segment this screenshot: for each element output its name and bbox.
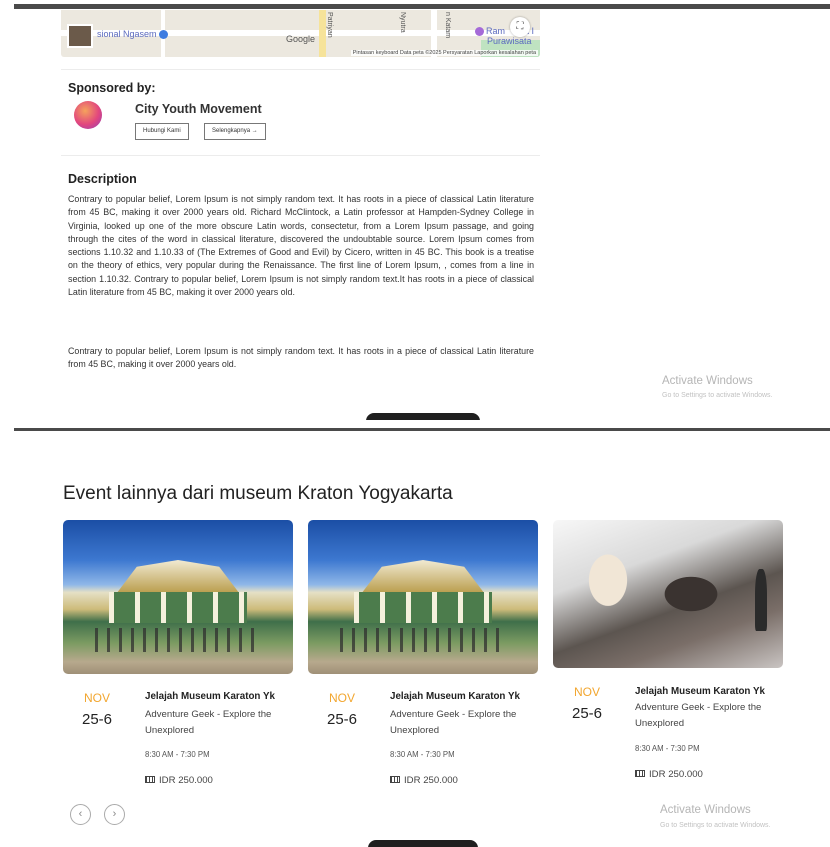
map-label-ngasem[interactable]: sional Ngasem [97, 29, 168, 40]
floating-taskbar[interactable] [368, 840, 478, 847]
event-card-image[interactable] [308, 520, 538, 674]
map-street-label: Nyutra [399, 12, 406, 33]
event-time: 8:30 AM - 7:30 PM [390, 750, 455, 759]
other-events-heading: Event lainnya dari museum Kraton Yogyaka… [63, 483, 453, 504]
sponsor-logo [74, 101, 102, 129]
activate-windows-subtitle: Go to Settings to activate Windows. [660, 822, 771, 829]
section-divider [61, 155, 540, 156]
location-map[interactable]: sional Ngasem Google Patriyan Nyutra n K… [61, 10, 540, 57]
horse-statue [645, 564, 737, 624]
event-price: IDR 250.000 [145, 775, 213, 786]
ticket-icon [390, 776, 400, 783]
event-price: IDR 250.000 [390, 775, 458, 786]
palace-roof [361, 560, 485, 594]
event-time: 8:30 AM - 7:30 PM [145, 750, 210, 759]
horse-statue [571, 546, 645, 630]
description-heading: Description [68, 172, 137, 186]
event-subtitle: Adventure Geek - Explore the Unexplored [390, 709, 517, 736]
visitor-figure [755, 568, 767, 631]
fullscreen-icon[interactable]: ⛶ [510, 17, 530, 37]
chevron-left-icon: ‹ [78, 808, 83, 820]
contact-button[interactable]: Hubungi Kami [135, 123, 189, 140]
event-price: IDR 250.000 [635, 769, 703, 780]
map-street-label: n Katam [444, 12, 451, 39]
event-day: 25-6 [571, 705, 603, 722]
map-pin-icon [158, 30, 168, 40]
palace-pillars [109, 592, 247, 624]
map-road-major [319, 10, 326, 57]
map-place-thumbnail[interactable] [67, 24, 93, 48]
activate-windows-title: Activate Windows [662, 375, 753, 387]
window-top-bar [14, 4, 830, 9]
map-street-label: Patriyan [326, 12, 333, 38]
event-card-image[interactable] [63, 520, 293, 674]
event-price-value: IDR 250.000 [159, 775, 213, 786]
map-label-purawisata[interactable]: Ram [475, 26, 506, 37]
floating-taskbar[interactable] [366, 413, 480, 420]
sponsor-name: City Youth Movement [135, 102, 262, 116]
ticket-icon [145, 776, 155, 783]
event-price-value: IDR 250.000 [649, 769, 703, 780]
map-attribution[interactable]: Pintasan keyboard Data peta ©2025 Persya… [350, 50, 538, 56]
palace-guards [95, 627, 261, 653]
description-paragraph: Contrary to popular belief, Lorem Ipsum … [68, 194, 534, 298]
event-title[interactable]: Jelajah Museum Karaton Yk [635, 686, 765, 697]
google-logo: Google [286, 34, 316, 44]
chevron-right-icon: › [112, 808, 117, 820]
map-pin-icon [475, 27, 484, 37]
carousel-prev-button[interactable]: ‹ [70, 804, 91, 825]
event-detail-panel: sional Ngasem Google Patriyan Nyutra n K… [0, 0, 830, 420]
event-card-image[interactable] [553, 520, 783, 668]
carousel-next-button[interactable]: › [104, 804, 125, 825]
more-button[interactable]: Selengkapnya → [204, 123, 266, 140]
map-label-text: Ram [486, 26, 506, 36]
palace-pillars [354, 592, 492, 624]
event-subtitle: Adventure Geek - Explore the Unexplored [145, 709, 272, 736]
sponsor-heading: Sponsored by: [68, 81, 156, 95]
event-month: NOV [328, 691, 355, 705]
event-subtitle: Adventure Geek - Explore the Unexplored [635, 702, 762, 729]
description-paragraph: Contrary to popular belief, Lorem Ipsum … [68, 346, 534, 370]
palace-roof [116, 560, 240, 594]
map-label-text: sional Ngasem [97, 29, 157, 39]
event-title[interactable]: Jelajah Museum Karaton Yk [145, 691, 275, 702]
screenshot-separator [14, 428, 830, 431]
palace-guards [340, 627, 506, 653]
event-day: 25-6 [326, 711, 358, 728]
event-title[interactable]: Jelajah Museum Karaton Yk [390, 691, 520, 702]
event-time: 8:30 AM - 7:30 PM [635, 744, 700, 753]
activate-windows-subtitle: Go to Settings to activate Windows. [662, 392, 773, 399]
event-price-value: IDR 250.000 [404, 775, 458, 786]
event-month: NOV [573, 685, 600, 699]
event-day: 25-6 [81, 711, 113, 728]
map-label-text: Purawisata [487, 36, 532, 46]
event-month: NOV [83, 691, 110, 705]
ticket-icon [635, 770, 645, 777]
activate-windows-title: Activate Windows [660, 804, 751, 816]
section-divider [61, 69, 540, 70]
